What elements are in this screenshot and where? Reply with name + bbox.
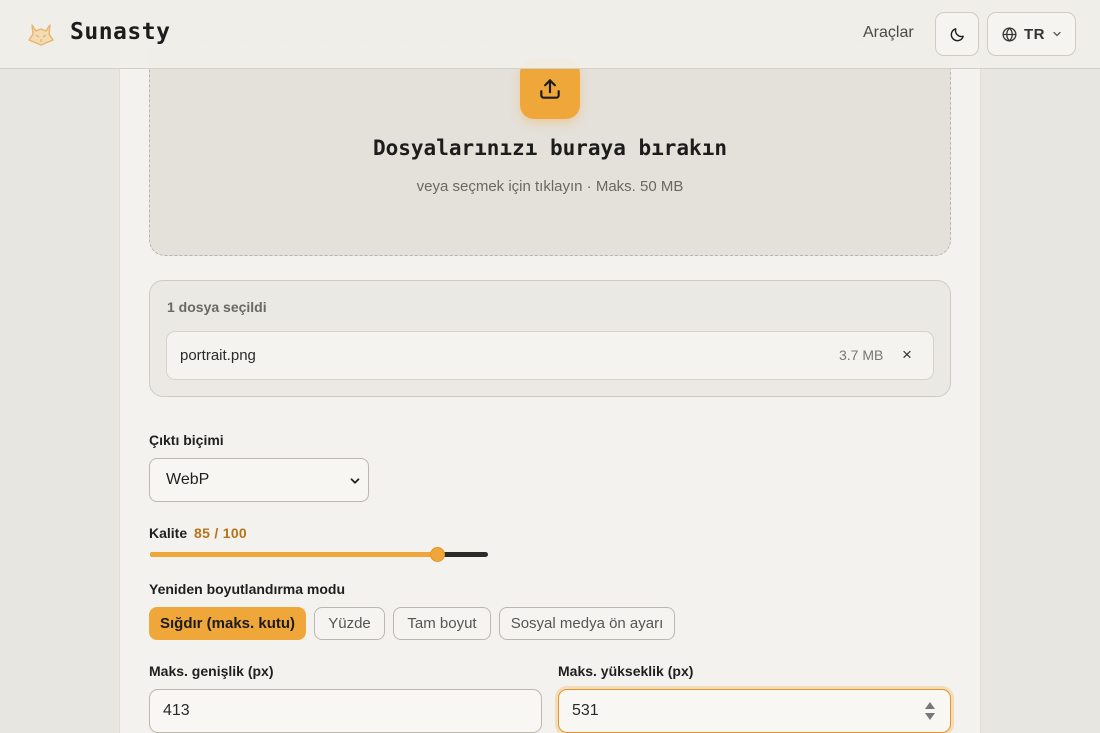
resize-mode-percent[interactable]: Yüzde — [314, 607, 385, 640]
max-height-input[interactable]: 531 — [558, 689, 951, 733]
output-format-select[interactable]: WebP — [149, 458, 369, 502]
resize-mode-exact[interactable]: Tam boyut — [393, 607, 491, 640]
top-navigation-bar: Sunasty Araçlar TR — [0, 0, 1100, 69]
file-size: 3.7 MB — [839, 347, 884, 363]
dropzone-title: Dosyalarınızı buraya bırakın — [372, 136, 727, 160]
globe-icon — [1002, 26, 1017, 42]
max-width-label: Maks. genişlik (px) — [149, 663, 274, 679]
quality-value: 85 / 100 — [194, 525, 247, 541]
upload-icon — [540, 79, 560, 99]
quality-label: Kalite — [149, 525, 188, 541]
resize-mode-label: Yeniden boyutlandırma modu — [149, 581, 346, 597]
max-width-input[interactable]: 413 — [149, 689, 542, 733]
max-height-label: Maks. yükseklik (px) — [558, 663, 694, 679]
selected-files-count: 1 dosya seçildi — [167, 299, 267, 315]
quality-slider[interactable] — [150, 547, 488, 562]
language-code: TR — [1024, 25, 1045, 43]
max-width-value: 413 — [163, 702, 190, 719]
file-item — [166, 331, 934, 380]
output-format-label: Çıktı biçimi — [149, 432, 224, 448]
chevron-down-icon — [1053, 31, 1061, 37]
nav-tools-link[interactable]: Araçlar — [863, 24, 914, 42]
file-name: portrait.png — [180, 347, 256, 364]
resize-mode-social-preset[interactable]: Sosyal medya ön ayarı — [499, 607, 675, 640]
chevron-down-icon — [350, 478, 360, 484]
close-icon: × — [902, 345, 912, 364]
dropzone-subtitle: veya seçmek için tıklayın · Maks. 50 MB — [416, 178, 684, 195]
language-selector[interactable]: TR — [987, 12, 1076, 56]
moon-icon — [950, 27, 964, 41]
max-height-value: 531 — [572, 702, 599, 719]
fox-logo-icon — [28, 24, 54, 46]
resize-mode-fit[interactable]: Sığdır (maks. kutu) — [149, 607, 306, 640]
output-format-value: WebP — [166, 471, 210, 488]
brand-name[interactable]: Sunasty — [70, 19, 170, 45]
remove-file-button[interactable]: × — [897, 344, 917, 366]
spinner-arrows-icon[interactable] — [924, 700, 936, 722]
quality-slider-fill — [150, 552, 438, 557]
theme-toggle-button[interactable] — [935, 12, 979, 56]
